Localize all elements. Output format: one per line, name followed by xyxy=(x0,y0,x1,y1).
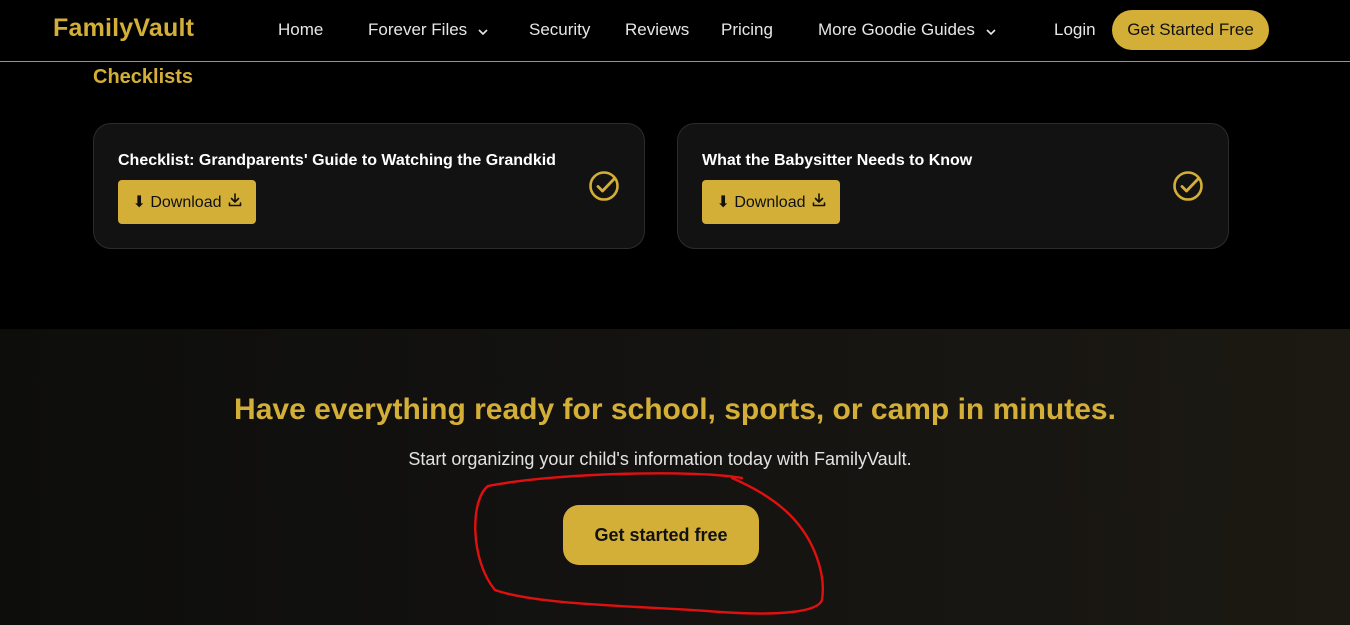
cta-subtext: Start organizing your child's informatio… xyxy=(408,449,912,469)
checklist-card: Checklist: Grandparents' Guide to Watchi… xyxy=(93,123,645,249)
top-navigation: FamilyVault Home Forever Files Security … xyxy=(0,0,1350,62)
nav-link-label: Pricing xyxy=(721,20,773,39)
nav-link-label: More Goodie Guides xyxy=(818,20,975,39)
chevron-down-icon xyxy=(986,21,996,41)
download-button[interactable]: ⬇ Download xyxy=(702,180,840,224)
nav-link-label: Home xyxy=(278,20,324,39)
check-circle-icon xyxy=(588,170,620,202)
nav-link-label: Security xyxy=(529,20,591,39)
download-button-label: ⬇ Download xyxy=(716,194,806,211)
chevron-down-icon xyxy=(478,21,488,41)
download-icon xyxy=(228,192,242,212)
nav-link-pricing[interactable]: Pricing xyxy=(721,20,773,40)
checklist-card-title: Checklist: Grandparents' Guide to Watchi… xyxy=(118,152,556,169)
cta-section: Have everything ready for school, sports… xyxy=(0,329,1350,625)
login-link[interactable]: Login xyxy=(1054,20,1096,40)
nav-link-home[interactable]: Home xyxy=(278,20,323,40)
nav-link-forever-files[interactable]: Forever Files xyxy=(368,20,488,41)
get-started-free-cta-button[interactable]: Get started free xyxy=(563,505,759,565)
nav-link-label: Reviews xyxy=(625,20,690,39)
download-icon xyxy=(812,192,826,212)
check-circle-icon xyxy=(1172,170,1204,202)
download-button[interactable]: ⬇ Download xyxy=(118,180,256,224)
checklist-card: What the Babysitter Needs to Know ⬇ Down… xyxy=(677,123,1229,249)
nav-link-label: Forever Files xyxy=(368,20,468,39)
download-button-label: ⬇ Download xyxy=(132,194,222,211)
checklist-card-title: What the Babysitter Needs to Know xyxy=(702,152,973,169)
brand-logo[interactable]: FamilyVault xyxy=(53,14,194,43)
cta-heading: Have everything ready for school, sports… xyxy=(234,393,1116,426)
nav-link-reviews[interactable]: Reviews xyxy=(625,20,689,40)
section-title-checklists: Checklists xyxy=(93,66,194,88)
nav-link-more-goodie-guides[interactable]: More Goodie Guides xyxy=(818,20,996,41)
nav-link-security[interactable]: Security xyxy=(529,20,590,40)
get-started-free-button[interactable]: Get Started Free xyxy=(1112,10,1269,50)
